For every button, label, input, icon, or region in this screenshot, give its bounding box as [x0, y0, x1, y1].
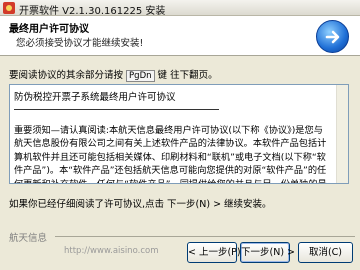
brand-label: 航天信息 — [9, 233, 48, 244]
cancel-button[interactable]: 取消(C) — [298, 242, 353, 263]
license-textbox[interactable]: 防伪税控开票子系统最终用户许可协议 重要须知—请认真阅读:本航天信息最终用户许可… — [9, 84, 349, 184]
next-button[interactable]: 下一步(N) > — [240, 242, 295, 263]
license-heading: 防伪税控开票子系统最终用户许可协议 — [14, 92, 176, 103]
arrow-logo-icon — [316, 20, 349, 53]
app-icon — [3, 2, 15, 14]
watermark-url: http://www.aisino.com — [64, 246, 159, 256]
page-subtitle: 您必须接受协议才能继续安装! — [16, 38, 144, 49]
title-bar: 开票软件 V2.1.30.161225 安装 — [0, 0, 360, 17]
back-button[interactable]: < 上一步(P) — [187, 242, 241, 263]
window-title: 开票软件 V2.1.30.161225 安装 — [19, 6, 166, 17]
license-separator — [14, 109, 219, 110]
accept-instruction: 如果你已经仔细阅读了许可协议,点击 下一步(N) > 继续安装。 — [9, 199, 272, 210]
license-scrollbar[interactable] — [336, 85, 348, 183]
footer-divider — [55, 236, 355, 237]
pgdn-instruction: 要阅读协议的其余部分请按 PgDn 键 往下翻页。 — [9, 67, 218, 82]
instruction-prefix: 要阅读协议的其余部分请按 — [9, 70, 124, 81]
wizard-header: 最终用户许可协议 您必须接受协议才能继续安装! — [0, 16, 360, 56]
instruction-suffix: 键 往下翻页。 — [157, 70, 218, 81]
pgdn-key: PgDn — [126, 70, 155, 82]
license-paragraph: 重要须知—请认真阅读:本航天信息最终用户许可协议(以下称《协议》)是您与航天信息… — [14, 125, 327, 183]
page-title: 最终用户许可协议 — [9, 24, 89, 35]
